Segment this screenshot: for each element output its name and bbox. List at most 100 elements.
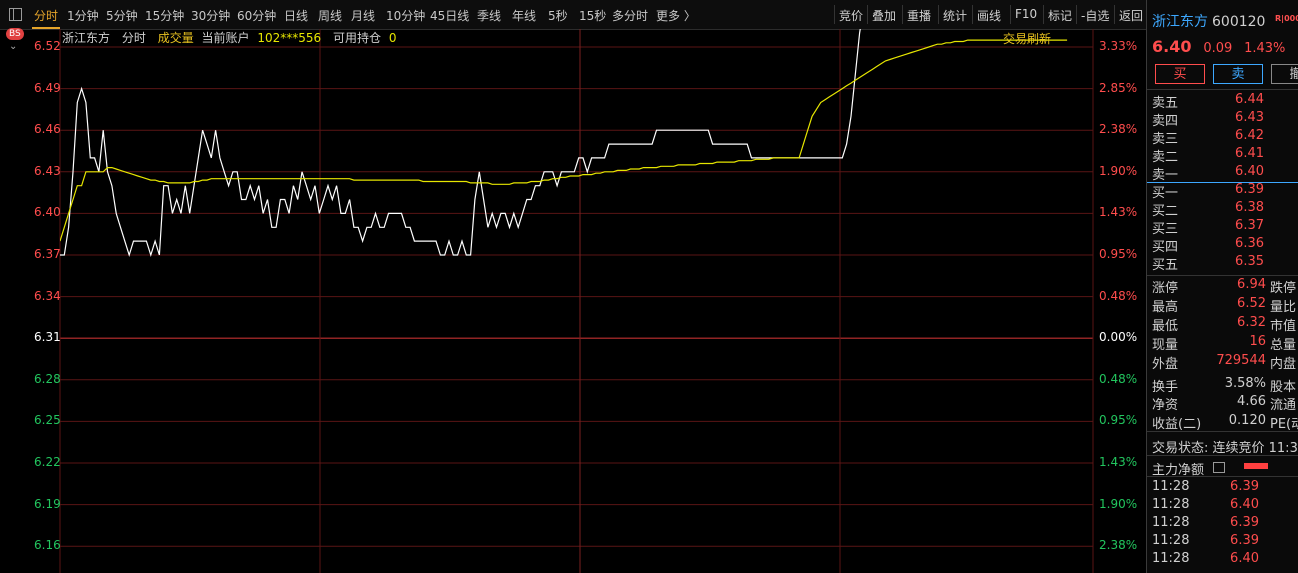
ask-row[interactable]: 卖二 6.41 bbox=[1152, 146, 1297, 165]
stat-row: 外盘 729544 内盘 bbox=[1152, 353, 1298, 372]
y-axis-pct-label: 3.33% bbox=[1099, 39, 1138, 53]
stat-label: 涨停 bbox=[1152, 281, 1179, 296]
y-axis-price-label: 6.25 bbox=[34, 413, 61, 428]
stat-row: 现量 16 总量 bbox=[1152, 334, 1298, 353]
stock-name[interactable]: 浙江东方 bbox=[1152, 14, 1208, 30]
stat-label: 最高 bbox=[1152, 300, 1179, 315]
stat-label: 最低 bbox=[1152, 319, 1179, 334]
buy-button[interactable]: 买 bbox=[1155, 64, 1205, 84]
y-axis-pct-label: 0.48% bbox=[1099, 371, 1138, 386]
period-tab[interactable]: 45日线 bbox=[430, 7, 469, 24]
period-tab[interactable]: 月线 bbox=[351, 7, 375, 24]
stock-code: 600120 bbox=[1212, 14, 1266, 30]
stat-value: 6.52 bbox=[1237, 296, 1266, 311]
tool-button[interactable]: 标记 bbox=[1048, 7, 1072, 24]
price-change: 0.09 bbox=[1203, 41, 1233, 56]
period-tab[interactable]: 10分钟 bbox=[386, 7, 425, 24]
collapse-arrow-icon[interactable]: ⌄ bbox=[9, 41, 17, 52]
toolbar-separator bbox=[1010, 5, 1011, 24]
period-tab[interactable]: 周线 bbox=[318, 7, 342, 24]
ask-row[interactable]: 卖一 6.40 bbox=[1152, 164, 1297, 183]
y-axis-pct-label: 2.85% bbox=[1099, 80, 1138, 95]
period-tab[interactable]: 60分钟 bbox=[237, 7, 276, 24]
level-label: 买四 bbox=[1152, 240, 1179, 255]
stat-value: 6.94 bbox=[1237, 277, 1266, 292]
stat-value: 3.58% bbox=[1224, 376, 1266, 391]
toolbar-separator bbox=[1043, 5, 1044, 24]
intraday-chart[interactable]: 浙江东方 分时 成交量 当前账户 102***556 可用持仓 0 BS ⌄ 交… bbox=[0, 28, 1146, 573]
tick-price: 6.39 bbox=[1230, 533, 1259, 548]
trade-refresh-link[interactable]: 交易刷新 bbox=[1003, 30, 1051, 47]
period-tab[interactable]: 5秒 bbox=[548, 7, 568, 24]
level-label: 卖三 bbox=[1152, 132, 1179, 147]
ask-row[interactable]: 卖五 6.44 bbox=[1152, 92, 1297, 111]
period-tab[interactable]: 5分钟 bbox=[106, 7, 138, 24]
period-tab[interactable]: 30分钟 bbox=[191, 7, 230, 24]
y-axis-pct-label: 1.43% bbox=[1099, 455, 1138, 469]
period-tab[interactable]: 日线 bbox=[284, 7, 308, 24]
level-price: 6.38 bbox=[1235, 200, 1264, 215]
tick-row: 11:28 6.39 bbox=[1152, 479, 1297, 497]
tick-row: 11:28 6.40 bbox=[1152, 497, 1297, 515]
period-tab[interactable]: 15分钟 bbox=[145, 7, 184, 24]
ask-row[interactable]: 卖四 6.43 bbox=[1152, 110, 1297, 129]
tick-time: 11:28 bbox=[1152, 497, 1190, 512]
period-toolbar: 分时 1分钟 5分钟 15分钟 30分钟 60分钟 日线 周线 月线 10分钟 45日线 季线 年线 5秒… bbox=[0, 0, 1146, 30]
bid-row[interactable]: 买一 6.39 bbox=[1152, 182, 1297, 201]
cancel-order-button[interactable]: 撤 bbox=[1271, 64, 1298, 84]
stat-label: 换手 bbox=[1152, 380, 1179, 395]
quote-panel: 浙江东方600120 R|000 6.40 0.09 1.43% 买 卖 撤 卖… bbox=[1146, 0, 1298, 573]
level-label: 卖四 bbox=[1152, 114, 1179, 129]
tool-button[interactable]: 返回 bbox=[1119, 7, 1143, 24]
ask-bid-divider bbox=[1147, 182, 1298, 183]
tool-button[interactable]: F10 bbox=[1015, 7, 1037, 21]
tool-button[interactable]: 画线 bbox=[977, 7, 1001, 24]
stat-row: 涨停 6.94 跌停 bbox=[1152, 277, 1298, 296]
level-price: 6.44 bbox=[1235, 92, 1264, 107]
period-tab[interactable]: 1分钟 bbox=[67, 7, 99, 24]
y-axis-price-label: 6.40 bbox=[34, 205, 61, 220]
toolbar-separator bbox=[867, 5, 868, 24]
y-axis-pct-label: 1.43% bbox=[1099, 205, 1138, 220]
table-icon[interactable] bbox=[1213, 462, 1225, 473]
bid-row[interactable]: 买二 6.38 bbox=[1152, 200, 1297, 219]
bid-row[interactable]: 买五 6.35 bbox=[1152, 254, 1297, 273]
stat-row: 换手 3.58% 股本 bbox=[1152, 376, 1298, 395]
stat-label-secondary: 跌停 bbox=[1270, 281, 1297, 296]
tool-button[interactable]: 竞价 bbox=[839, 7, 863, 24]
tick-price: 6.40 bbox=[1230, 551, 1259, 566]
tool-button[interactable]: 叠加 bbox=[872, 7, 896, 24]
stat-label-secondary: 市值 bbox=[1270, 319, 1297, 334]
toolbar-separator bbox=[902, 5, 903, 24]
tool-button[interactable]: 重播 bbox=[907, 7, 931, 24]
sell-button[interactable]: 卖 bbox=[1213, 64, 1263, 84]
volume-label[interactable]: 成交量 bbox=[158, 31, 194, 45]
sidebar-toggle-icon[interactable] bbox=[9, 8, 22, 21]
bid-row[interactable]: 买三 6.37 bbox=[1152, 218, 1297, 237]
period-tab[interactable]: 年线 bbox=[512, 7, 536, 24]
y-axis-pct-label: 0.95% bbox=[1099, 247, 1138, 261]
period-tab[interactable]: 15秒 bbox=[579, 7, 606, 24]
bid-row[interactable]: 买四 6.36 bbox=[1152, 236, 1297, 255]
period-tab[interactable]: 更多 〉 bbox=[656, 7, 696, 24]
position-value: 0 bbox=[388, 31, 397, 45]
y-axis-pct-label: 0.00% bbox=[1099, 330, 1138, 345]
y-axis-pct-label: 2.38% bbox=[1099, 122, 1138, 137]
level-label: 卖一 bbox=[1152, 168, 1179, 183]
series-avg-line bbox=[60, 39, 1068, 242]
period-tab[interactable]: 季线 bbox=[477, 7, 501, 24]
ask-row[interactable]: 卖三 6.42 bbox=[1152, 128, 1297, 147]
tick-price: 6.39 bbox=[1230, 515, 1259, 530]
y-axis-price-label: 6.19 bbox=[34, 496, 61, 511]
y-axis-price-label: 6.37 bbox=[34, 247, 61, 261]
period-tab[interactable]: 分时 bbox=[31, 7, 61, 29]
tool-button[interactable]: -自选 bbox=[1081, 7, 1109, 24]
tick-time: 11:28 bbox=[1152, 479, 1190, 494]
price-change-pct: 1.43% bbox=[1244, 41, 1286, 56]
tool-button[interactable]: 统计 bbox=[943, 7, 967, 24]
y-axis-price-label: 6.28 bbox=[34, 371, 61, 386]
period-tab[interactable]: 多分时 bbox=[612, 7, 648, 24]
y-axis-price-label: 6.52 bbox=[34, 39, 61, 53]
y-axis-pct-label: 0.95% bbox=[1099, 413, 1138, 428]
bs-badge[interactable]: BS bbox=[6, 28, 24, 40]
